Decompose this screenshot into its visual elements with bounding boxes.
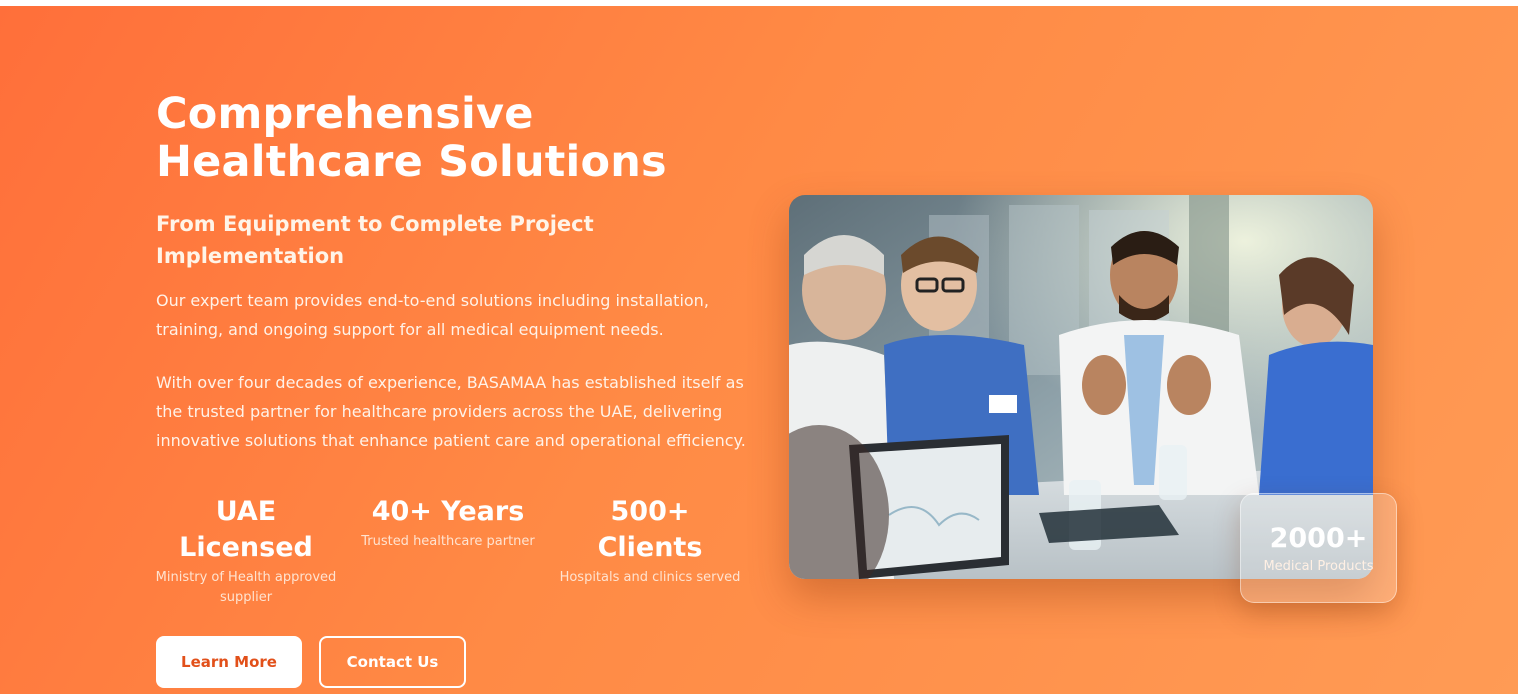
stat-value: 500+ Clients: [597, 496, 703, 563]
stat-label: Hospitals and clinics served: [559, 570, 741, 585]
badge-label: Medical Products: [1263, 559, 1374, 574]
badge-value: 2000+: [1269, 523, 1368, 554]
stat-value: UAE Licensed: [179, 496, 313, 563]
stat-years: 40+ Years Trusted healthcare partner: [354, 494, 542, 552]
hero-section: Comprehensive Healthcare Solutions From …: [0, 6, 1518, 694]
learn-more-button[interactable]: Learn More: [156, 636, 302, 688]
hero-paragraph-2: With over four decades of experience, BA…: [156, 373, 746, 450]
hero-paragraph-1: Our expert team provides end-to-end solu…: [156, 291, 709, 339]
hero-subtitle: From Equipment to Complete Project Imple…: [156, 212, 594, 268]
stat-clients: 500+ Clients Hospitals and clinics serve…: [554, 494, 746, 588]
hero-title: Comprehensive Healthcare Solutions: [156, 89, 667, 187]
contact-us-button[interactable]: Contact Us: [319, 636, 466, 688]
stat-licensed: UAE Licensed Ministry of Health approved…: [148, 494, 344, 608]
medical-products-badge: 2000+ Medical Products: [1240, 493, 1397, 603]
stat-label: Trusted healthcare partner: [361, 534, 535, 549]
stat-label: Ministry of Health approved supplier: [155, 570, 337, 605]
stat-value: 40+ Years: [371, 496, 525, 527]
